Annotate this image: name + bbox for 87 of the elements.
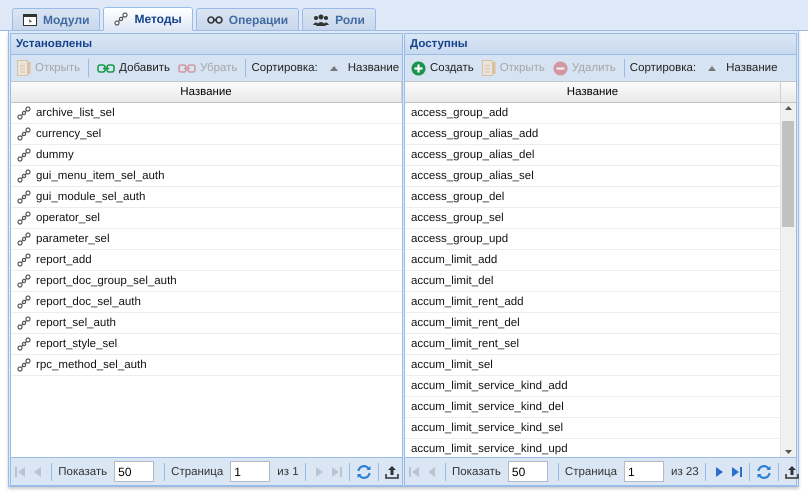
chain-icon bbox=[206, 16, 223, 24]
link-nodes-icon bbox=[17, 211, 31, 225]
page-label: Страница bbox=[564, 466, 618, 478]
page-count: из 23 bbox=[671, 466, 699, 478]
chain-icon bbox=[97, 64, 116, 72]
table-cell[interactable]: access_group_add bbox=[411, 107, 508, 119]
link-nodes-icon bbox=[17, 127, 31, 141]
table-cell[interactable]: report_style_sel bbox=[36, 338, 118, 350]
scroll-up-icon[interactable] bbox=[785, 106, 792, 110]
page-size-label: Показать bbox=[452, 466, 501, 478]
table-cell[interactable]: gui_menu_item_sel_auth bbox=[36, 170, 165, 182]
sort-label: Сортировка: bbox=[251, 62, 318, 74]
table-cell[interactable]: report_sel_auth bbox=[36, 317, 116, 329]
table-cell[interactable]: access_group_alias_sel bbox=[411, 170, 534, 182]
create-button[interactable]: Создать bbox=[408, 57, 477, 79]
page-size-field[interactable]: 50 bbox=[114, 461, 154, 482]
table-cell[interactable]: accum_limit_rent_del bbox=[411, 317, 520, 329]
page-field[interactable]: 1 bbox=[624, 461, 664, 482]
page-label: Страница bbox=[171, 466, 224, 478]
scroll-down-icon[interactable] bbox=[785, 450, 792, 454]
table-cell[interactable]: access_group_alias_del bbox=[411, 149, 534, 161]
link-nodes-icon bbox=[17, 169, 31, 183]
page-count: из 1 bbox=[277, 466, 299, 478]
page-size-field[interactable]: 50 bbox=[508, 461, 548, 482]
upload-icon bbox=[784, 464, 799, 478]
table-cell[interactable]: access_group_del bbox=[411, 191, 504, 203]
link-nodes-icon bbox=[17, 148, 31, 162]
table-cell[interactable]: access_group_sel bbox=[411, 212, 504, 224]
tab[interactable]: Роли bbox=[302, 8, 376, 30]
table-cell[interactable]: report_add bbox=[36, 254, 92, 266]
link-nodes-icon bbox=[17, 337, 31, 351]
minus-icon bbox=[552, 60, 568, 76]
scrollbar[interactable] bbox=[780, 103, 796, 457]
sort-ascending-icon bbox=[708, 66, 716, 70]
table-cell[interactable]: currency_sel bbox=[36, 128, 102, 140]
table-cell[interactable]: accum_limit_add bbox=[411, 254, 498, 266]
link-nodes-icon bbox=[17, 316, 31, 330]
link-nodes-icon bbox=[114, 12, 128, 26]
table-cell[interactable]: accum_limit_rent_sel bbox=[411, 338, 520, 350]
link-nodes-icon bbox=[17, 274, 31, 288]
table-cell[interactable]: accum_limit_sel bbox=[411, 359, 493, 371]
table-cell[interactable]: accum_limit_del bbox=[411, 275, 494, 287]
table-cell[interactable]: report_doc_sel_auth bbox=[36, 296, 141, 308]
link-nodes-icon bbox=[17, 295, 31, 309]
link-nodes-icon bbox=[17, 190, 31, 204]
table-cell[interactable]: access_group_alias_add bbox=[411, 128, 538, 140]
table-cell[interactable]: accum_limit_service_kind_sel bbox=[411, 422, 564, 434]
document-icon bbox=[482, 60, 496, 76]
sort-label: Сортировка: bbox=[630, 62, 696, 74]
table-cell[interactable]: rpc_method_sel_auth bbox=[36, 359, 147, 371]
add-button[interactable]: Добавить bbox=[94, 57, 173, 79]
table-cell[interactable]: gui_module_sel_auth bbox=[36, 191, 146, 203]
page-size-label: Показать bbox=[58, 466, 108, 478]
table-cell[interactable]: accum_limit_service_kind_upd bbox=[411, 443, 568, 455]
table-cell[interactable]: dummy bbox=[36, 149, 74, 161]
refresh-icon bbox=[756, 464, 772, 480]
table-cell[interactable]: accum_limit_service_kind_del bbox=[411, 401, 564, 413]
table-cell[interactable]: report_doc_group_sel_auth bbox=[36, 275, 177, 287]
scrollbar-thumb[interactable] bbox=[782, 121, 794, 227]
table-cell[interactable]: access_group_upd bbox=[411, 233, 508, 245]
refresh-icon bbox=[356, 464, 372, 480]
tab[interactable]: Операции bbox=[196, 8, 300, 30]
plus-icon bbox=[411, 60, 426, 76]
sort-button[interactable]: Название bbox=[698, 57, 778, 79]
sort-ascending-icon bbox=[330, 66, 338, 70]
table-cell[interactable]: accum_limit_rent_add bbox=[411, 296, 524, 308]
table-cell[interactable]: operator_sel bbox=[36, 212, 100, 224]
link-nodes-icon bbox=[17, 232, 31, 246]
upload-icon bbox=[384, 464, 399, 478]
document-icon bbox=[17, 60, 31, 76]
first-page-icon bbox=[408, 464, 422, 478]
tab[interactable]: Методы bbox=[103, 7, 193, 31]
link-nodes-icon bbox=[17, 358, 31, 372]
page-field[interactable]: 1 bbox=[230, 461, 270, 482]
sort-button[interactable]: Название bbox=[320, 57, 400, 79]
link-nodes-icon bbox=[17, 106, 31, 120]
broken-chain-icon bbox=[178, 64, 196, 72]
table-cell[interactable]: accum_limit_service_kind_add bbox=[411, 380, 568, 392]
people-icon bbox=[313, 14, 330, 26]
table-cell[interactable]: archive_list_sel bbox=[36, 107, 115, 119]
panel-title: Доступны bbox=[405, 34, 796, 55]
panel-title: Установлены bbox=[11, 34, 402, 55]
table-cell[interactable]: parameter_sel bbox=[36, 233, 110, 245]
window-icon bbox=[23, 14, 37, 26]
tab[interactable]: Модули bbox=[12, 8, 100, 30]
column-header[interactable]: Название bbox=[11, 82, 402, 102]
link-nodes-icon bbox=[17, 253, 31, 267]
